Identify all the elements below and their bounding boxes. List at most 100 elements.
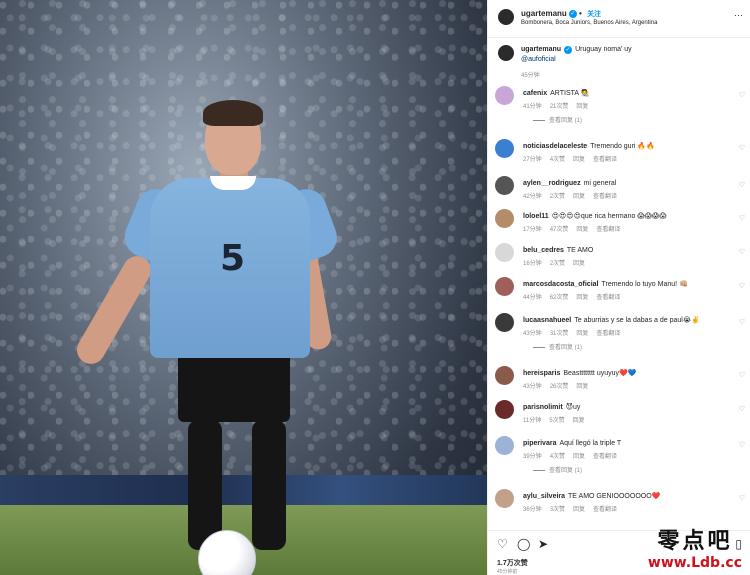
heart-icon[interactable]: ♡ [739,318,745,326]
comment-text: Beastttttttt uyuyuy❤️💙 [563,370,637,377]
comment-text: Te aburrias y se la dabas a de paul😭✌️ [574,317,700,324]
translate-button[interactable]: 查看翻译 [596,227,620,233]
heart-icon[interactable]: ♡ [739,494,745,502]
reply-button[interactable]: 回复 [576,227,588,233]
avatar[interactable] [495,277,514,296]
location-link[interactable]: Bombonera, Boca Juniors, Buenos Aires, A… [521,20,657,26]
football [198,530,256,575]
view-replies-button[interactable]: 查看回复 (1) [533,115,582,124]
comment-time: 43分钟 [523,384,542,390]
comment-likes[interactable]: 3次赞 [550,507,565,513]
comment-username[interactable]: loloel11 [523,213,549,220]
reply-button[interactable]: 回复 [576,384,588,390]
comment-time: 43分钟 [523,331,542,337]
heart-icon[interactable]: ♡ [739,214,745,222]
comment-likes[interactable]: 2次赞 [550,261,565,267]
comment-time: 41分钟 [523,104,542,110]
verified-icon: ✓ [564,46,573,54]
comment-time: 16分钟 [523,261,542,267]
comment-likes[interactable]: 4次赞 [550,157,565,163]
avatar[interactable] [495,176,514,195]
comment-username[interactable]: belu_cedres [523,247,564,254]
comment-text: TE AMO [566,247,594,254]
avatar[interactable] [495,139,514,158]
comment-likes[interactable]: 62次赞 [550,295,569,301]
view-replies-button[interactable]: 查看回复 (1) [533,465,582,474]
avatar[interactable] [495,489,514,508]
post-photo: 5 [0,0,487,575]
heart-icon[interactable]: ♡ [739,181,745,189]
comment-time: 42分钟 [523,194,542,200]
comment-item: piperivara Aquí llegó la triple T 39分钟 4次赞 回… [488,436,750,476]
translate-button[interactable]: 查看翻译 [596,331,620,337]
avatar[interactable] [498,9,514,25]
comment-text: 😈uy [565,404,581,411]
heart-icon[interactable]: ♡ [739,248,745,256]
translate-button[interactable]: 查看翻译 [593,454,617,460]
comment-likes[interactable]: 5次赞 [549,418,564,424]
follow-button[interactable]: 关注 [587,11,601,18]
share-icon[interactable]: ➤ [538,537,548,551]
username-link[interactable]: ugartemanu [521,9,567,18]
comment-username[interactable]: hereisparis [523,370,560,377]
heart-icon[interactable]: ♡ [739,144,745,152]
comment-likes[interactable]: 47次赞 [550,227,569,233]
comment-username[interactable]: marcosdacosta_oficial [523,281,598,288]
reply-button[interactable]: 回复 [573,261,585,267]
reply-button[interactable]: 回复 [576,331,588,337]
avatar[interactable] [498,45,514,61]
more-options-icon[interactable]: ··· [734,10,743,20]
translate-button[interactable]: 查看翻译 [593,157,617,163]
comment-text: Tremendo lo tuyo Manu! 👊🏼 [601,281,688,288]
comment-likes[interactable]: 2次赞 [550,194,565,200]
comment-likes[interactable]: 31次赞 [550,331,569,337]
reply-button[interactable]: 回复 [573,454,585,460]
heart-icon[interactable]: ♡ [739,91,745,99]
comment-username[interactable]: piperivara [523,440,556,447]
avatar[interactable] [495,209,514,228]
avatar[interactable] [495,313,514,332]
comment-likes[interactable]: 4次赞 [550,454,565,460]
comment-username[interactable]: noticiasdelaceleste [523,143,587,150]
heart-icon[interactable]: ♡ [739,282,745,290]
reply-button[interactable]: 回复 [576,104,588,110]
mention-link[interactable]: @aufoficial [521,56,556,63]
avatar[interactable] [495,400,514,419]
caption-time: 45分钟 [521,73,540,79]
reply-button[interactable]: 回复 [573,194,585,200]
translate-button[interactable]: 查看翻译 [593,194,617,200]
comment-likes[interactable]: 21次赞 [550,104,569,110]
post-sidebar: ugartemanu ✓ • 关注 Bombonera, Boca Juniors… [487,0,750,575]
view-replies-button[interactable]: 查看回复 (1) [533,342,582,351]
avatar[interactable] [495,436,514,455]
avatar[interactable] [495,366,514,385]
comment-item: cafenix ARTISTA 🧑‍🎨 41分钟 21次赞 回复 ♡ 查看回复 (1) [488,86,750,126]
heart-icon[interactable]: ♡ [739,371,745,379]
comment-username[interactable]: lucaasnahueel [523,317,571,324]
heart-icon[interactable]: ♡ [497,537,508,551]
reply-button[interactable]: 回复 [573,507,585,513]
translate-button[interactable]: 查看翻译 [593,507,617,513]
avatar[interactable] [495,86,514,105]
caption-username[interactable]: ugartemanu [521,46,561,53]
comment-time: 27分钟 [523,157,542,163]
comment-username[interactable]: aylu_silveira [523,493,565,500]
likes-count[interactable]: 1.7万次赞 [497,558,528,568]
comment-text: Aquí llegó la triple T [559,440,622,447]
reply-button[interactable]: 回复 [573,157,585,163]
comment-text: ARTISTA 🧑‍🎨 [550,90,590,97]
comment-icon[interactable]: ◯ [517,537,530,551]
reply-button[interactable]: 回复 [573,418,585,424]
avatar[interactable] [495,243,514,262]
comment-username[interactable]: cafenix [523,90,547,97]
comment-item: parisnolimit 😈uy 11分钟 5次赞 回复 ♡ [488,400,750,440]
reply-button[interactable]: 回复 [576,295,588,301]
translate-button[interactable]: 查看翻译 [596,295,620,301]
heart-icon[interactable]: ♡ [739,441,745,449]
watermark: 零点吧 www.Ldb.cc [647,528,742,571]
heart-icon[interactable]: ♡ [739,405,745,413]
comment-username[interactable]: parisnolimit [523,404,563,411]
comment-username[interactable]: aylen__rodriguez [523,180,581,187]
comment-text: TE AMO GENIOOOOOOO❤️ [568,493,661,500]
comment-likes[interactable]: 26次赞 [550,384,569,390]
